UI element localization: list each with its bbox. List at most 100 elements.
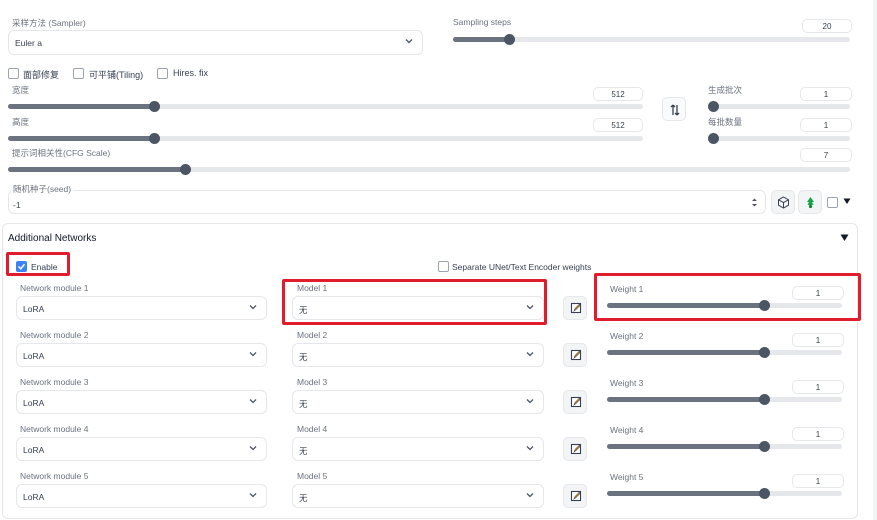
steps-slider-thumb[interactable] [503,34,515,45]
network-module-value: LoRA [23,445,45,455]
model-select[interactable]: 无 [292,343,544,367]
chevron-down-icon [525,490,535,500]
model-value: 无 [299,446,308,456]
extra-seed-checkbox[interactable] [827,197,838,208]
steps-slider[interactable] [453,34,850,45]
hires-fix-checkbox[interactable] [157,68,168,79]
batch-count-slider[interactable] [708,101,850,112]
tiling-checkbox[interactable] [73,68,84,79]
weight-label: Weight 3 [610,378,644,388]
batch-count-label: 生成批次 [708,85,743,95]
cfg-input[interactable]: 7 [800,148,852,162]
weight-slider[interactable] [607,488,842,499]
network-module-label: Network module 5 [20,471,89,481]
scrollbar[interactable] [873,0,877,520]
model-select[interactable]: 无 [292,437,544,461]
sampler-value: Euler a [15,38,42,48]
edit-note-icon [570,443,582,455]
enable-label: Enable [31,262,58,272]
cfg-label: 提示词相关性(CFG Scale) [12,148,111,158]
model-select[interactable]: 无 [292,390,544,414]
network-module-label: Network module 3 [20,377,89,387]
face-restore-label: 面部修复 [23,70,60,80]
width-slider[interactable] [8,101,643,112]
check-icon [17,263,26,270]
hires-fix-label: Hires. fix [173,68,209,78]
network-module-value: LoRA [23,492,45,502]
recycle-icon [804,196,817,209]
network-module-label: Network module 2 [20,330,89,340]
width-input[interactable]: 512 [593,87,643,101]
weight-input[interactable]: 1 [792,333,844,347]
seed-input[interactable]: 随机种子(seed) -1 [8,183,766,214]
model-label: Model 1 [297,283,328,293]
weight-label: Weight 5 [610,472,644,482]
height-label: 高度 [12,117,30,127]
weight-slider[interactable] [607,300,842,311]
edit-note-icon [570,349,582,361]
network-module-select[interactable]: LoRA [16,437,267,461]
height-slider-thumb[interactable] [149,133,161,144]
additional-networks-panel [2,223,858,519]
cfg-slider[interactable] [8,164,850,175]
batch-count-slider-thumb[interactable] [708,101,719,112]
weight-label: Weight 2 [610,331,644,341]
tiling-label: 可平铺(Tiling) [89,70,144,80]
weight-input[interactable]: 1 [792,427,844,441]
swap-dimensions-button[interactable] [662,97,686,121]
swap-arrows-icon [669,104,681,116]
height-slider[interactable] [8,133,643,144]
model-label: Model 5 [297,471,328,481]
weight-input[interactable]: 1 [792,474,844,488]
network-module-value: LoRA [23,351,45,361]
weight-input[interactable]: 1 [792,380,844,394]
model-value: 无 [299,352,308,362]
network-module-value: LoRA [23,398,45,408]
face-restore-checkbox[interactable] [8,68,19,79]
batch-size-label: 每批数量 [708,117,743,127]
model-label: Model 4 [297,424,328,434]
weight-slider[interactable] [607,347,842,358]
network-module-select[interactable]: LoRA [16,484,267,508]
sampler-label: 采样方法 (Sampler) [12,18,86,28]
network-module-select[interactable]: LoRA [16,296,267,320]
model-edit-button[interactable] [563,343,587,367]
weight-slider[interactable] [607,394,842,405]
weight-input[interactable]: 1 [792,286,844,300]
batch-size-input[interactable]: 1 [800,118,852,132]
model-label: Model 3 [297,377,328,387]
caret-down-icon[interactable] [843,197,851,205]
chevron-down-icon [248,302,258,312]
chevron-down-icon [525,349,535,359]
cfg-slider-thumb[interactable] [179,164,191,175]
network-module-select[interactable]: LoRA [16,390,267,414]
random-seed-button[interactable] [771,190,795,214]
network-module-value: LoRA [23,304,45,314]
network-module-select[interactable]: LoRA [16,343,267,367]
model-edit-button[interactable] [563,437,587,461]
batch-size-slider-thumb[interactable] [708,133,719,144]
model-value: 无 [299,305,308,315]
enable-checkbox[interactable] [16,261,27,272]
network-module-label: Network module 4 [20,424,89,434]
spinner-icon[interactable] [751,197,758,208]
steps-label: Sampling steps [453,17,512,27]
model-edit-button[interactable] [563,296,587,320]
height-input[interactable]: 512 [593,118,643,132]
batch-count-input[interactable]: 1 [800,87,852,101]
weight-label: Weight 1 [610,284,644,294]
steps-input[interactable]: 20 [802,19,852,33]
model-edit-button[interactable] [563,390,587,414]
collapse-caret-icon[interactable] [840,233,849,242]
reuse-seed-button[interactable] [798,190,822,214]
width-slider-thumb[interactable] [149,101,161,112]
separate-weights-checkbox[interactable] [438,261,449,272]
network-module-label: Network module 1 [20,283,89,293]
model-select[interactable]: 无 [292,484,544,508]
weight-slider[interactable] [607,441,842,452]
model-select[interactable]: 无 [292,296,544,320]
batch-size-slider[interactable] [708,133,850,144]
model-edit-button[interactable] [563,484,587,508]
sampler-select[interactable]: Euler a [8,30,423,55]
edit-note-icon [570,302,582,314]
